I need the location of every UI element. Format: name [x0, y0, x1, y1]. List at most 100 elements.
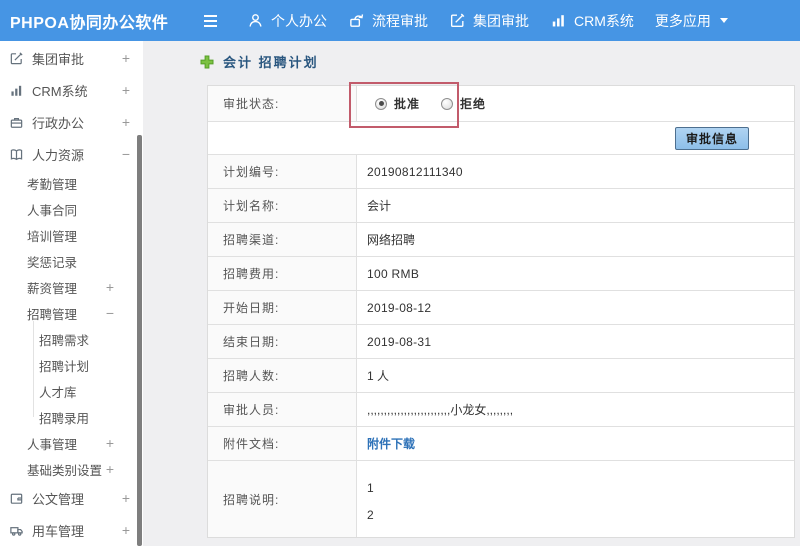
form-row-description: 招聘说明: 1 2 — [208, 461, 794, 537]
topbar: PHPOA协同办公软件 个人办公 流程审批 集团审批 CRM系统 更多应用 — [0, 0, 800, 41]
sidebar-item-label: 人力资源 — [32, 147, 85, 163]
sidebar-item-hr[interactable]: 人力资源 − — [0, 138, 143, 170]
sidebar-item-label: 薪资管理 — [27, 281, 78, 296]
tree-guide-line — [33, 321, 34, 417]
sidebar-item-personnel-mgmt[interactable]: 人事管理 + — [0, 430, 143, 456]
form-row-start-date: 开始日期: 2019-08-12 — [208, 291, 794, 325]
bar-chart-icon — [550, 12, 567, 29]
form-row-plan-name: 计划名称: 会计 — [208, 189, 794, 223]
sidebar-item-rewards[interactable]: 奖惩记录 — [0, 248, 143, 274]
approval-info-button[interactable]: 审批信息 — [675, 126, 749, 150]
expand-icon[interactable]: + — [122, 114, 130, 130]
form-row-status: 审批状态: 批准 拒绝 — [208, 86, 794, 122]
form-row-channel: 招聘渠道: 网络招聘 — [208, 223, 794, 257]
hamburger-menu-icon[interactable] — [204, 14, 217, 27]
sidebar: 集团审批 + CRM系统 + 行政办公 + 人力资源 − 考勤管理 人事合同 培… — [0, 41, 143, 546]
sidebar-item-hr-contract[interactable]: 人事合同 — [0, 196, 143, 222]
field-value: 2019-08-12 — [367, 300, 432, 315]
sidebar-item-label: 奖惩记录 — [27, 255, 78, 270]
nav-item-crm[interactable]: CRM系统 — [550, 11, 634, 31]
sidebar-item-base-category[interactable]: 基础类别设置 + — [0, 456, 143, 482]
edit-square-icon — [9, 51, 24, 66]
sidebar-item-talent-pool[interactable]: 人才库 — [0, 378, 143, 404]
app-title: PHPOA协同办公软件 — [10, 14, 169, 32]
sidebar-item-label: 行政办公 — [32, 115, 85, 131]
sidebar-item-label: 人才库 — [39, 385, 77, 400]
sidebar-item-label: 考勤管理 — [27, 177, 78, 192]
sidebar-item-recruit-demand[interactable]: 招聘需求 — [0, 326, 143, 352]
field-label: 开始日期: — [208, 291, 357, 324]
sidebar-item-recruit-plan[interactable]: 招聘计划 — [0, 352, 143, 378]
sidebar-item-label: 人事合同 — [27, 203, 78, 218]
expand-icon[interactable]: − — [122, 146, 130, 162]
edit-square-icon — [449, 12, 466, 29]
book-icon — [9, 147, 24, 162]
expand-icon[interactable]: + — [122, 82, 130, 98]
nav-item-process-approval[interactable]: 流程审批 — [348, 11, 428, 31]
sidebar-item-attendance[interactable]: 考勤管理 — [0, 170, 143, 196]
sidebar-item-training[interactable]: 培训管理 — [0, 222, 143, 248]
nav-item-personal-office[interactable]: 个人办公 — [247, 11, 327, 31]
sidebar-item-crm[interactable]: CRM系统 + — [0, 74, 143, 106]
recruit-plan-form: 审批状态: 批准 拒绝 审批信息 计划编号: 20190812111340 计划… — [207, 85, 795, 538]
plus-icon — [200, 55, 214, 69]
sidebar-scrollbar[interactable] — [137, 135, 142, 546]
sidebar-item-group-approval[interactable]: 集团审批 + — [0, 42, 143, 74]
sidebar-item-label: 集团审批 — [32, 51, 85, 67]
nav-label: 集团审批 — [473, 12, 529, 29]
nav-item-more-apps[interactable]: 更多应用 — [655, 11, 728, 31]
field-value: 网络招聘 — [367, 233, 416, 247]
expand-icon[interactable]: + — [122, 490, 130, 506]
form-row-cost: 招聘费用: 100 RMB — [208, 257, 794, 291]
expand-icon[interactable]: − — [106, 305, 114, 321]
nav-item-group-approval[interactable]: 集团审批 — [449, 11, 529, 31]
page-title: 会计 招聘计划 — [223, 55, 319, 70]
field-label: 计划名称: — [208, 189, 357, 222]
description-line: 2 — [367, 508, 374, 522]
sidebar-item-admin-office[interactable]: 行政办公 + — [0, 106, 143, 138]
radio-approve-label[interactable]: 批准 — [394, 95, 420, 112]
form-row-button: 审批信息 — [208, 122, 794, 155]
sidebar-item-salary[interactable]: 薪资管理 + — [0, 274, 143, 300]
user-icon — [247, 12, 264, 29]
field-label: 招聘说明: — [208, 461, 357, 537]
attachment-download-link[interactable]: 附件下载 — [367, 435, 415, 452]
expand-icon[interactable]: + — [106, 279, 114, 295]
truck-icon — [9, 523, 24, 538]
expand-icon[interactable]: + — [106, 461, 114, 477]
field-value: 会计 — [367, 199, 392, 213]
radio-approve[interactable] — [375, 97, 387, 110]
nav-label: CRM系统 — [574, 12, 634, 29]
field-label: 审批人员: — [208, 393, 357, 426]
radio-reject[interactable] — [441, 97, 454, 110]
field-label: 审批状态: — [208, 86, 357, 121]
field-value: 2019-08-31 — [367, 334, 432, 349]
expand-icon[interactable]: + — [122, 50, 130, 66]
nav-label: 个人办公 — [271, 12, 327, 29]
sidebar-item-label: 招聘录用 — [39, 411, 90, 426]
form-row-attachment: 附件文档: 附件下载 — [208, 427, 794, 461]
briefcase-icon — [9, 115, 24, 130]
form-row-end-date: 结束日期: 2019-08-31 — [208, 325, 794, 359]
expand-icon[interactable]: + — [106, 435, 114, 451]
sidebar-item-vehicle-mgmt[interactable]: 用车管理 + — [0, 514, 143, 546]
radio-reject-label[interactable]: 拒绝 — [460, 95, 486, 112]
description-line: 1 — [367, 481, 374, 495]
document-icon — [9, 491, 24, 506]
sidebar-item-label: 人事管理 — [27, 437, 78, 452]
status-radio-group: 批准 拒绝 — [357, 86, 794, 121]
sidebar-item-recruit-mgmt[interactable]: 招聘管理 − — [0, 300, 143, 326]
sidebar-item-document-mgmt[interactable]: 公文管理 + — [0, 482, 143, 514]
sidebar-item-recruit-hire[interactable]: 招聘录用 — [0, 404, 143, 430]
sidebar-item-label: 招聘计划 — [39, 359, 90, 374]
form-row-plan-number: 计划编号: 20190812111340 — [208, 155, 794, 189]
field-value: 100 RMB — [367, 266, 420, 281]
caret-down-icon — [719, 18, 728, 23]
sidebar-item-label: 用车管理 — [32, 523, 85, 539]
field-label: 结束日期: — [208, 325, 357, 358]
flow-icon — [348, 12, 365, 29]
form-row-approvers: 审批人员: ,,,,,,,,,,,,,,,,,,,,,,,,,小龙女,,,,,,… — [208, 393, 794, 427]
expand-icon[interactable]: + — [122, 522, 130, 538]
field-label: 招聘渠道: — [208, 223, 357, 256]
sidebar-item-label: 公文管理 — [32, 491, 85, 507]
